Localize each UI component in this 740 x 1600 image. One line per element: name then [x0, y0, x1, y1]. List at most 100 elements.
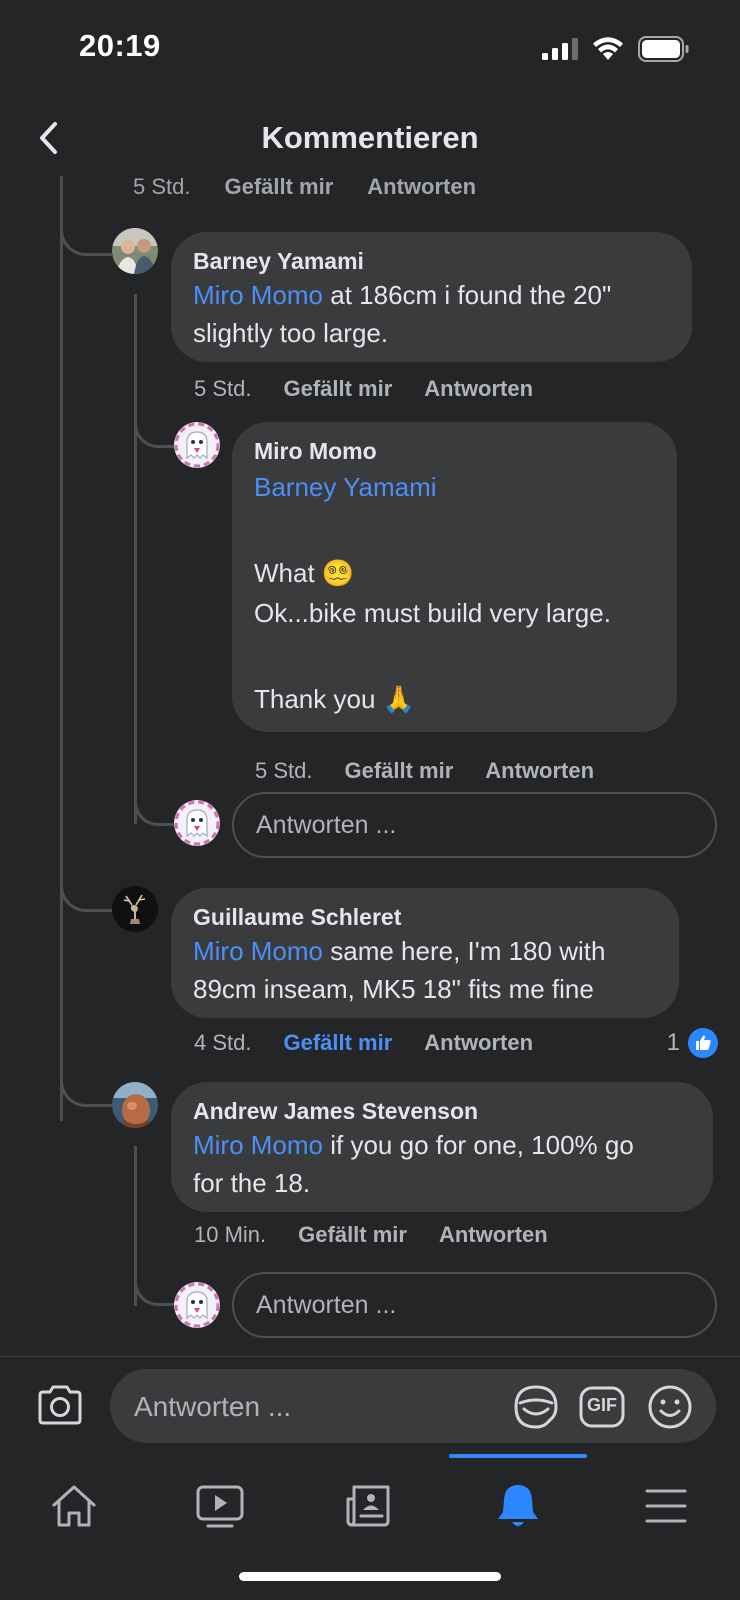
smiley-icon — [648, 1385, 692, 1429]
status-bar: 20:19 — [0, 0, 740, 100]
comment-text-line: Thank you 🙏 — [254, 684, 416, 714]
menu-icon — [645, 1489, 687, 1523]
reply-button[interactable]: Antworten — [367, 176, 476, 200]
thread-line-main — [60, 176, 63, 1121]
comment-time: 4 Std. — [194, 1030, 252, 1055]
mention-link[interactable]: Barney Yamami — [254, 468, 655, 506]
reply-button[interactable]: Antworten — [439, 1222, 548, 1248]
comment-author[interactable]: Andrew James Stevenson — [193, 1096, 691, 1126]
sticker-button[interactable] — [512, 1383, 560, 1436]
emoji-dizzy: 😵‍💫 — [321, 558, 355, 588]
camera-button[interactable] — [36, 1383, 84, 1432]
avatar — [174, 1282, 220, 1328]
avatar-ghost-icon — [174, 1282, 220, 1328]
avatar-ghost-icon — [174, 422, 220, 468]
mention-link[interactable]: Miro Momo — [193, 1130, 323, 1160]
thread-connector — [134, 1266, 174, 1306]
wifi-icon — [593, 37, 623, 60]
bell-icon — [498, 1485, 538, 1526]
comment-meta: 5 Std. Gefällt mir Antworten — [133, 176, 476, 200]
comment-bubble[interactable]: Barney Yamami Miro Momo at 186cm i found… — [171, 232, 692, 362]
reply-input[interactable]: Antworten ... — [232, 792, 717, 858]
comment-text: Miro Momo if you go for one, 100% go — [193, 1130, 634, 1160]
header-bar: Kommentieren — [0, 100, 740, 188]
avatar[interactable] — [174, 422, 220, 468]
gif-label: GIF — [587, 1395, 617, 1415]
tab-video[interactable] — [190, 1476, 250, 1536]
thread-connector — [134, 790, 174, 826]
comment-time: 5 Std. — [194, 376, 252, 401]
thread-connector — [134, 416, 174, 448]
comment-input-placeholder: Antworten ... — [134, 1391, 292, 1422]
reaction-count[interactable]: 1 — [667, 1029, 680, 1057]
news-icon — [346, 1485, 390, 1527]
comment-bubble[interactable]: Guillaume Schleret Miro Momo same here, … — [171, 888, 679, 1018]
sticker-icon — [514, 1385, 558, 1429]
comment-time: 10 Min. — [194, 1222, 267, 1247]
reply-input-placeholder: Antworten ... — [256, 810, 397, 839]
camera-icon — [38, 1385, 82, 1425]
comment-text: Miro Momo at 186cm i found the 20" — [193, 280, 612, 310]
avatar — [174, 800, 220, 846]
like-button[interactable]: Gefällt mir — [283, 376, 392, 402]
mention-link[interactable]: Miro Momo — [193, 936, 323, 966]
tab-home[interactable] — [44, 1476, 104, 1536]
emoji-button[interactable] — [646, 1383, 694, 1436]
comment-author[interactable]: Guillaume Schleret — [193, 902, 657, 932]
like-button[interactable]: Gefällt mir — [224, 176, 333, 200]
comment-text-line: 89cm inseam, MK5 18" fits me fine — [193, 974, 594, 1004]
tab-news[interactable] — [338, 1476, 398, 1536]
tab-menu[interactable] — [636, 1476, 696, 1536]
comment-bubble[interactable]: Andrew James Stevenson Miro Momo if you … — [171, 1082, 713, 1212]
comment-meta: 10 Min. Gefällt mir Antworten — [194, 1222, 548, 1248]
avatar[interactable] — [112, 1082, 158, 1128]
avatar-photo-icon — [112, 1082, 158, 1128]
comment-time: 5 Std. — [255, 758, 313, 783]
gif-button[interactable]: GIF — [578, 1383, 626, 1436]
like-button[interactable]: Gefällt mir — [298, 1222, 407, 1248]
comment-meta: 4 Std. Gefällt mir Antworten 1 — [194, 1028, 718, 1058]
like-reaction-icon[interactable] — [688, 1028, 718, 1058]
battery-icon — [638, 36, 689, 62]
reply-button[interactable]: Antworten — [485, 758, 594, 784]
comment-input[interactable]: Antworten ... GIF — [110, 1369, 716, 1443]
thread-connector — [60, 876, 112, 912]
comment-author[interactable]: Miro Momo — [254, 436, 655, 466]
comment-time: 5 Std. — [133, 176, 191, 199]
like-button[interactable]: Gefällt mir — [344, 758, 453, 784]
comment-text-line: Ok...bike must build very large. — [254, 598, 611, 628]
home-icon — [52, 1485, 96, 1527]
emoji-pray: 🙏 — [382, 684, 416, 714]
comment-text-line: for the 18. — [193, 1168, 311, 1198]
comment-author[interactable]: Barney Yamami — [193, 246, 670, 276]
status-time: 20:19 — [79, 28, 161, 63]
tab-notifications[interactable] — [488, 1476, 548, 1536]
comment-text-line: What 😵‍💫 — [254, 558, 355, 588]
comment-composer: Antworten ... GIF — [0, 1356, 740, 1454]
avatar[interactable] — [112, 228, 158, 274]
reply-input[interactable]: Antworten ... — [232, 1272, 717, 1338]
thread-line-sub — [134, 294, 137, 824]
status-icons — [542, 36, 690, 62]
signal-icon — [542, 38, 578, 60]
video-icon — [196, 1485, 244, 1528]
thread-connector — [60, 1071, 112, 1107]
like-button[interactable]: Gefällt mir — [283, 1030, 392, 1056]
avatar-deer-icon — [112, 886, 158, 932]
comment-text-line: slightly too large. — [193, 318, 389, 348]
comment-bubble[interactable]: Miro Momo Barney Yamami What 😵‍💫 Ok...bi… — [232, 422, 677, 732]
reply-input-placeholder: Antworten ... — [256, 1290, 397, 1319]
thread-connector — [60, 220, 112, 256]
tab-bar — [0, 1454, 740, 1600]
active-tab-indicator — [449, 1454, 587, 1458]
comment-meta: 5 Std. Gefällt mir Antworten — [194, 376, 533, 402]
avatar[interactable] — [112, 886, 158, 932]
mention-link[interactable]: Miro Momo — [193, 280, 323, 310]
reply-button[interactable]: Antworten — [424, 376, 533, 402]
comment-thread: 5 Std. Gefällt mir Antworten Barney Yama… — [0, 176, 740, 1356]
page-title: Kommentieren — [261, 120, 479, 155]
avatar-photo-icon — [112, 228, 158, 274]
comment-meta: 5 Std. Gefällt mir Antworten — [255, 758, 594, 784]
comment-text: Miro Momo same here, I'm 180 with — [193, 936, 606, 966]
reply-button[interactable]: Antworten — [424, 1030, 533, 1056]
